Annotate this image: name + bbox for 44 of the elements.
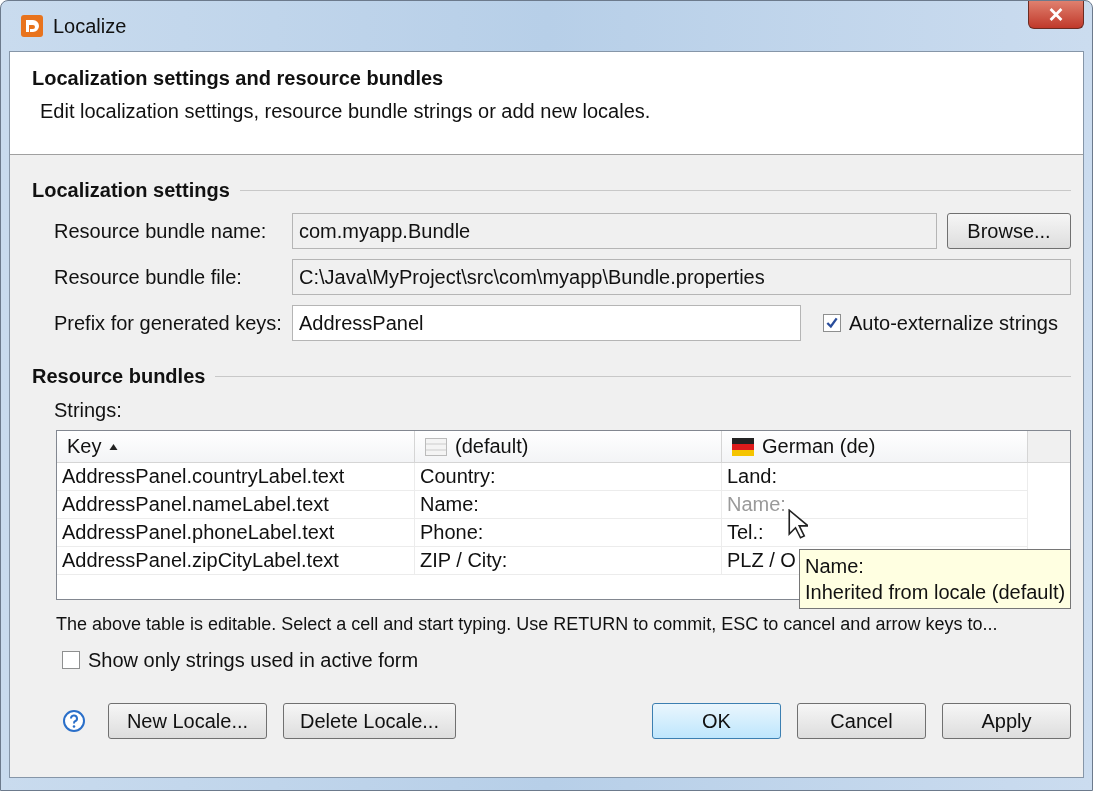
- checkbox-label: Show only strings used in active form: [88, 648, 419, 672]
- header-description: Edit localization settings, resource bundle strings or add new locales.: [39, 100, 652, 123]
- field-label: Resource bundle name:: [54, 219, 268, 243]
- mouse-pointer-icon: [788, 509, 808, 539]
- table-cell[interactable]: AddressPanel.zipCityLabel.text: [57, 547, 415, 575]
- checkbox[interactable]: [823, 314, 841, 332]
- checkbox-label: Auto-externalize strings: [849, 311, 1058, 335]
- help-icon[interactable]: [62, 709, 86, 733]
- table-cell[interactable]: AddressPanel.countryLabel.text: [57, 463, 415, 491]
- tooltip-text: Inherited from locale (default): [805, 580, 1066, 605]
- checkbox[interactable]: [62, 651, 80, 669]
- app-logo-icon: [21, 15, 43, 37]
- hint-text: The above table is editable. Select a cell and start typing. Use RETURN to commit, ESC to cancel and arrow keys to...: [56, 614, 999, 635]
- header-title: Localization settings and resource bundles: [32, 67, 445, 90]
- blank-flag-icon: [425, 437, 447, 456]
- tooltip-title: Name:: [805, 554, 865, 579]
- column-header[interactable]: Key: [57, 431, 415, 463]
- column-header[interactable]: German (de): [722, 431, 1028, 463]
- section-heading: Localization settings: [32, 178, 230, 202]
- window-title: Localize: [53, 14, 127, 38]
- field-label: Prefix for generated keys:: [54, 311, 283, 335]
- close-icon: [1048, 8, 1064, 21]
- field-label: Resource bundle file:: [54, 265, 243, 289]
- section-heading: Resource bundles: [32, 364, 206, 388]
- flag-icon: [732, 437, 754, 456]
- dialog-button[interactable]: Cancel: [797, 703, 926, 739]
- input-field[interactable]: AddressPanel: [292, 305, 801, 341]
- browse-button[interactable]: Browse...: [947, 213, 1071, 249]
- column-header[interactable]: (default): [415, 431, 722, 463]
- input-field[interactable]: C:\Java\MyProject\src\com\myapp\Bundle.properties: [292, 259, 1071, 295]
- table-cell[interactable]: Phone:: [415, 519, 722, 547]
- table-cell[interactable]: Land:: [722, 463, 1028, 491]
- table-cell[interactable]: Country:: [415, 463, 722, 491]
- close-button[interactable]: [1028, 1, 1084, 29]
- table-cell[interactable]: Name:: [415, 491, 722, 519]
- table-cell[interactable]: AddressPanel.phoneLabel.text: [57, 519, 415, 547]
- dialog-button[interactable]: New Locale...: [108, 703, 267, 739]
- dialog-button[interactable]: OK: [652, 703, 781, 739]
- table-cell[interactable]: ZIP / City:: [415, 547, 722, 575]
- table-cell[interactable]: AddressPanel.nameLabel.text: [57, 491, 415, 519]
- input-field[interactable]: com.myapp.Bundle: [292, 213, 937, 249]
- dialog-button[interactable]: Delete Locale...: [283, 703, 456, 739]
- table-label: Strings:: [54, 399, 123, 422]
- dialog-button[interactable]: Apply: [942, 703, 1071, 739]
